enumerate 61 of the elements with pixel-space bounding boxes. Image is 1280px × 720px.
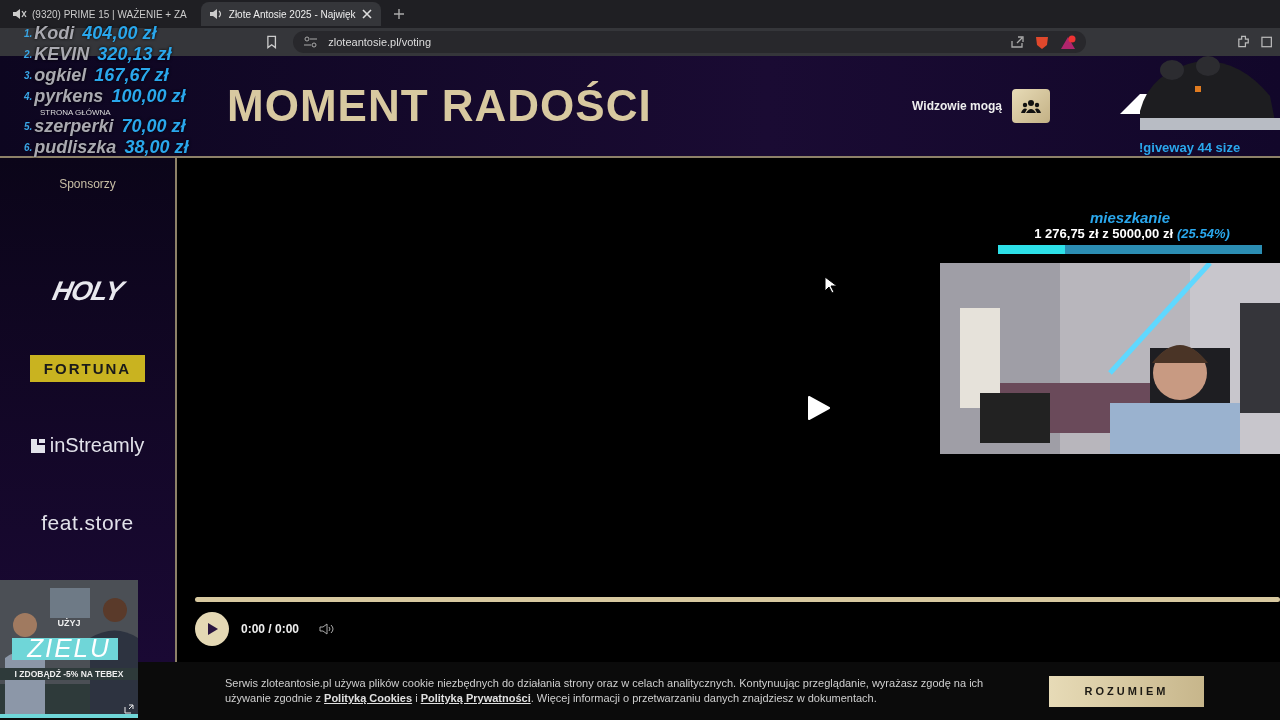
donor-name: szerperki [34,117,114,136]
donor-name: pyrkens [34,87,104,106]
giveaway-text: !giveway 44 size [1139,140,1241,155]
play-icon [206,623,218,635]
sponsor-logo[interactable]: FORTUNA [29,355,146,382]
donation-amount: 38,00 zł [124,138,189,157]
goal-title: mieszkanie [1089,209,1170,226]
users-icon [1021,99,1041,113]
rank-number: 4. [24,90,33,104]
triangle-icon[interactable] [1059,34,1076,50]
donation-amount: 404,00 zł [82,24,157,43]
donation-amount: 70,00 zł [121,117,186,136]
promo-code: ZIELU [25,633,112,664]
bookmark-icon[interactable] [266,35,278,49]
panel-icon[interactable] [1260,35,1272,49]
cookie-notice: Serwis zloteantosie.pl używa plików cookie niezbędnych do działania strony oraz w celach analitycznych. Kontynuując przeglądanie, wyrażasz zgodę na ich używanie zgodnie z Polityką Cookies i Polityką Prywatności. Więcej informacji o przetwarzaniu danych znajdziesz w dokumentach. [225,676,985,706]
donation-amount: 320,13 zł [97,45,172,64]
external-link-icon [124,704,134,714]
play-icon[interactable] [806,395,831,420]
donor-name: Kodi [34,24,75,43]
sidebar-heading: Sponsorzy [59,177,116,191]
sponsor-logo[interactable]: HOLY [49,276,126,307]
speaker-icon [208,8,224,20]
browser-tab[interactable]: Złote Antosie 2025 - Najwięk [200,2,381,26]
rank-number: 5. [24,120,33,134]
page-title: MOMENT RADOŚCI [227,81,652,131]
muted-speaker-icon [12,8,27,20]
accept-button[interactable]: ROZUMIEM [1049,675,1204,707]
shield-icon[interactable] [1033,34,1050,50]
browser-tab[interactable]: (9320) PRIME 15 | WAŻENIE + ZA [4,2,195,26]
rank-number: 3. [24,69,33,83]
viewers-button[interactable] [1012,89,1050,123]
time-display: 0:00 / 0:00 [241,622,300,636]
play-button[interactable] [195,612,229,646]
privacy-policy-link[interactable]: Polityką Prywatności [420,692,531,704]
rank-number: 6. [24,141,33,155]
rank-number: 2. [24,48,33,62]
cursor-icon [824,276,837,294]
viewers-label: Widzowie mogą [912,99,1002,113]
goal-amount: 1 276,75 zł z 5000,00 zł [1034,226,1173,241]
site-settings-icon[interactable] [303,36,319,48]
ad-text: I ZDOBĄDŹ -5% NA TEBEX [0,668,138,680]
donor-name: KEVIN [34,45,90,64]
donation-amount: 100,00 zł [111,87,186,106]
sponsor-logo[interactable]: feat.store [41,510,134,535]
cookies-policy-link[interactable]: Polityką Cookies [324,692,413,704]
donor-name: ogkiel [34,66,87,85]
donation-amount: 167,67 zł [94,66,169,85]
new-tab-icon[interactable] [392,8,405,20]
nav-link[interactable]: STRONA GŁÓWNA [40,108,220,117]
volume-icon[interactable] [319,623,335,635]
donor-name: pudliszka [34,138,117,157]
rank-number: 1. [24,27,33,41]
url-text: zloteantosie.pl/voting [328,36,432,48]
share-icon[interactable] [1009,35,1024,49]
goal-percent: (25.54%) [1177,226,1230,241]
extensions-icon[interactable] [1235,34,1251,50]
close-icon[interactable] [360,8,373,20]
ad-text: UŻYJ [56,618,82,628]
sponsor-logo[interactable]: inStreamly [49,434,145,457]
address-bar[interactable]: zloteantosie.pl/voting [293,31,1086,53]
